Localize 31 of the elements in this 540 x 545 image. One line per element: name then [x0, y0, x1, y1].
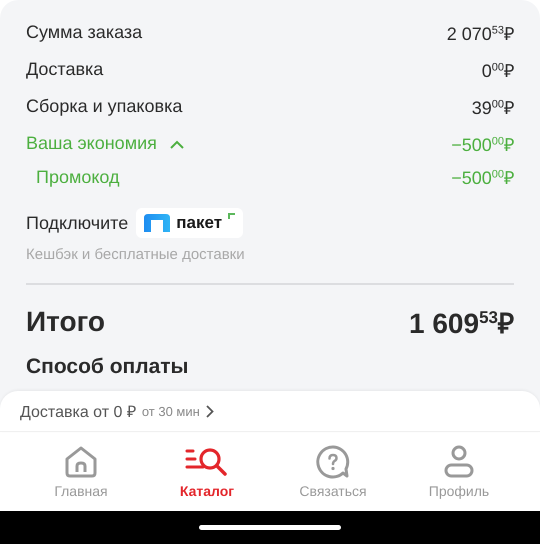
nav-tab[interactable]: Связаться	[278, 444, 388, 498]
total-amount: 1 609$^{53}$₽	[409, 306, 514, 341]
help-bubble-icon	[316, 444, 350, 478]
nav-tab[interactable]: Главная	[26, 444, 136, 498]
corner-mark-icon	[228, 213, 236, 219]
row-label: Промокод	[35, 166, 120, 188]
brand-badge[interactable]: пакет	[136, 208, 244, 238]
brand-name: пакет	[176, 213, 222, 233]
row-amount: 39$^{00}$₽	[472, 96, 514, 118]
row-amount: −500$^{00}$₽	[451, 134, 514, 156]
arch-icon	[144, 214, 170, 232]
profile-icon	[444, 444, 474, 478]
subscription-label: Подключите	[26, 212, 128, 234]
delivery-time: от 30 мин	[142, 404, 200, 418]
row-label: Сумма заказа	[26, 22, 142, 43]
nav-tab[interactable]: Каталог	[152, 444, 262, 498]
row-amount: 2 070$^{53}$₽	[446, 22, 514, 44]
delivery-text: Доставка от 0 ₽	[20, 403, 136, 422]
delivery-bar[interactable]: Доставка от 0 ₽ от 30 мин	[0, 391, 540, 432]
row-label: Доставка	[26, 59, 104, 80]
section-heading: Способ оплаты	[26, 355, 190, 379]
total-label: Итого	[26, 306, 105, 338]
chevron-up-icon[interactable]	[168, 138, 185, 148]
subscription-note: Кешбэк и бесплатные доставки	[26, 246, 246, 263]
nav-tab[interactable]: Профиль	[404, 444, 514, 498]
chevron-right-icon	[206, 404, 214, 418]
row-amount: 0$^{00}$₽	[482, 60, 514, 82]
home-icon	[64, 444, 98, 478]
row-label: Сборка и упаковка	[26, 96, 182, 117]
row-amount: −500$^{00}$₽	[451, 167, 514, 189]
row-label[interactable]: Ваша экономия	[26, 133, 157, 154]
